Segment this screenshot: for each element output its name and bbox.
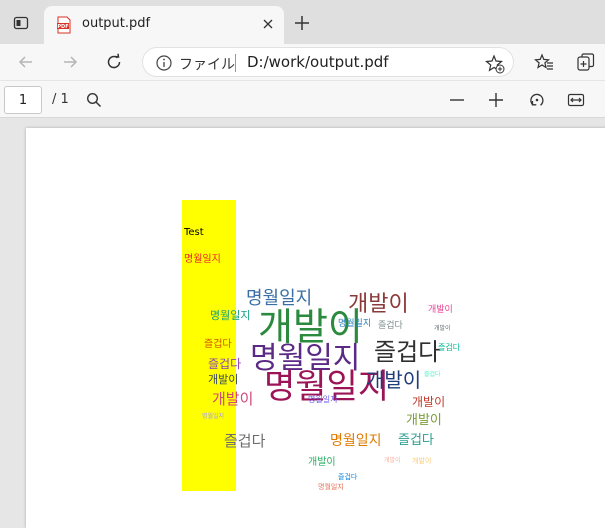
zoom-in-button[interactable] bbox=[484, 88, 508, 112]
tab-close-button[interactable] bbox=[260, 16, 276, 32]
back-button[interactable] bbox=[12, 48, 40, 76]
forward-button[interactable] bbox=[56, 48, 84, 76]
wordcloud-word: 명월일지 bbox=[338, 319, 372, 329]
refresh-icon bbox=[107, 53, 121, 69]
document-test-label: Test bbox=[184, 227, 204, 238]
wordcloud-word: 명월일지 bbox=[318, 483, 344, 491]
pdf-page: Test 명월일지 개발이 명월일지 명월일지 개발이 명월일지 즐겁다 개발이 개발이 즐겁다… bbox=[26, 128, 605, 528]
tab-actions-button[interactable] bbox=[8, 12, 34, 34]
collections-icon bbox=[577, 53, 595, 71]
new-tab-button[interactable] bbox=[292, 13, 312, 33]
wordcloud-word: 개발이 bbox=[212, 390, 254, 408]
wordcloud-word: 즐겁다 bbox=[208, 357, 242, 371]
navigation-bar: ファイル D:/work/output.pdf bbox=[0, 44, 605, 80]
wordcloud-word: 개발이 bbox=[428, 305, 453, 315]
forward-arrow-icon bbox=[64, 56, 78, 68]
zoom-out-button[interactable] bbox=[445, 88, 469, 112]
fit-width-button[interactable] bbox=[564, 88, 588, 112]
collections-button[interactable] bbox=[572, 48, 600, 76]
wordcloud-word: 즐겁다 bbox=[398, 433, 434, 448]
address-separator bbox=[235, 54, 236, 72]
pdf-file-icon: PDF bbox=[57, 16, 71, 34]
wordcloud-word: 개발이 bbox=[412, 395, 446, 409]
wordcloud-word: 개발이 bbox=[406, 413, 442, 428]
fit-width-icon bbox=[567, 93, 585, 107]
pdf-toolbar: / 1 bbox=[0, 80, 605, 118]
wordcloud-word: 즐겁다 bbox=[204, 339, 232, 350]
document-korean-label: 명월일지 bbox=[184, 254, 221, 265]
wordcloud-word: 개발이 bbox=[434, 325, 451, 332]
wordcloud-word: 즐겁다 bbox=[424, 371, 441, 378]
plus-icon bbox=[489, 93, 503, 107]
add-favorite-icon[interactable] bbox=[485, 54, 505, 74]
tab-bar: PDF output.pdf bbox=[0, 0, 605, 44]
favorites-list-icon bbox=[534, 53, 553, 70]
wordcloud-word: 명월일지 bbox=[330, 433, 382, 449]
wordcloud-word: 개발이 bbox=[366, 368, 422, 392]
wordcloud-word: 개발이 bbox=[384, 457, 401, 464]
wordcloud-word: 즐겁다 bbox=[438, 343, 461, 352]
pdf-icon-label: PDF bbox=[57, 24, 68, 30]
tab-actions-icon bbox=[13, 16, 29, 30]
wordcloud-word: 즐겁다 bbox=[374, 338, 441, 366]
rotate-icon bbox=[530, 93, 544, 106]
address-bar[interactable]: ファイル D:/work/output.pdf bbox=[142, 47, 514, 77]
wordcloud-word: 명월일지 bbox=[210, 309, 251, 322]
search-button[interactable] bbox=[82, 88, 106, 112]
wordcloud-word: 개발이 bbox=[348, 292, 409, 317]
tab-title: output.pdf bbox=[82, 16, 151, 31]
wordcloud-image: 개발이 명월일지 명월일지 개발이 명월일지 즐겁다 개발이 개발이 즐겁다 명월일지 즐겁다 개발이… bbox=[198, 286, 464, 506]
tab-output-pdf[interactable]: PDF output.pdf bbox=[44, 6, 284, 44]
info-icon[interactable] bbox=[155, 54, 173, 72]
rotate-button[interactable] bbox=[525, 88, 549, 112]
wordcloud-word: 명월일지 bbox=[202, 413, 225, 420]
wordcloud-word: 개발이 bbox=[208, 373, 239, 386]
close-icon bbox=[263, 19, 273, 29]
plus-icon bbox=[295, 16, 309, 30]
wordcloud-word: 즐겁다 bbox=[378, 321, 403, 331]
refresh-button[interactable] bbox=[100, 48, 128, 76]
page-total: / 1 bbox=[52, 92, 69, 107]
address-url[interactable]: D:/work/output.pdf bbox=[247, 53, 389, 71]
address-scheme-label: ファイル bbox=[179, 57, 235, 73]
back-arrow-icon bbox=[18, 56, 32, 68]
pdf-viewer[interactable]: Test 명월일지 개발이 명월일지 명월일지 개발이 명월일지 즐겁다 개발이 개발이 즐겁다… bbox=[0, 118, 605, 528]
search-icon bbox=[86, 92, 102, 108]
minus-icon bbox=[450, 99, 464, 101]
wordcloud-word: 즐겁다 bbox=[224, 432, 266, 450]
wordcloud-word: 개발이 bbox=[308, 457, 336, 468]
wordcloud-word: 즐겁다 bbox=[338, 473, 358, 481]
wordcloud-word: 명월일지 bbox=[246, 288, 313, 309]
favorites-button[interactable] bbox=[530, 48, 558, 76]
wordcloud-word: 명월일지 bbox=[308, 395, 338, 404]
wordcloud-word: 개발이 bbox=[412, 457, 432, 465]
page-number-input[interactable] bbox=[4, 86, 42, 114]
